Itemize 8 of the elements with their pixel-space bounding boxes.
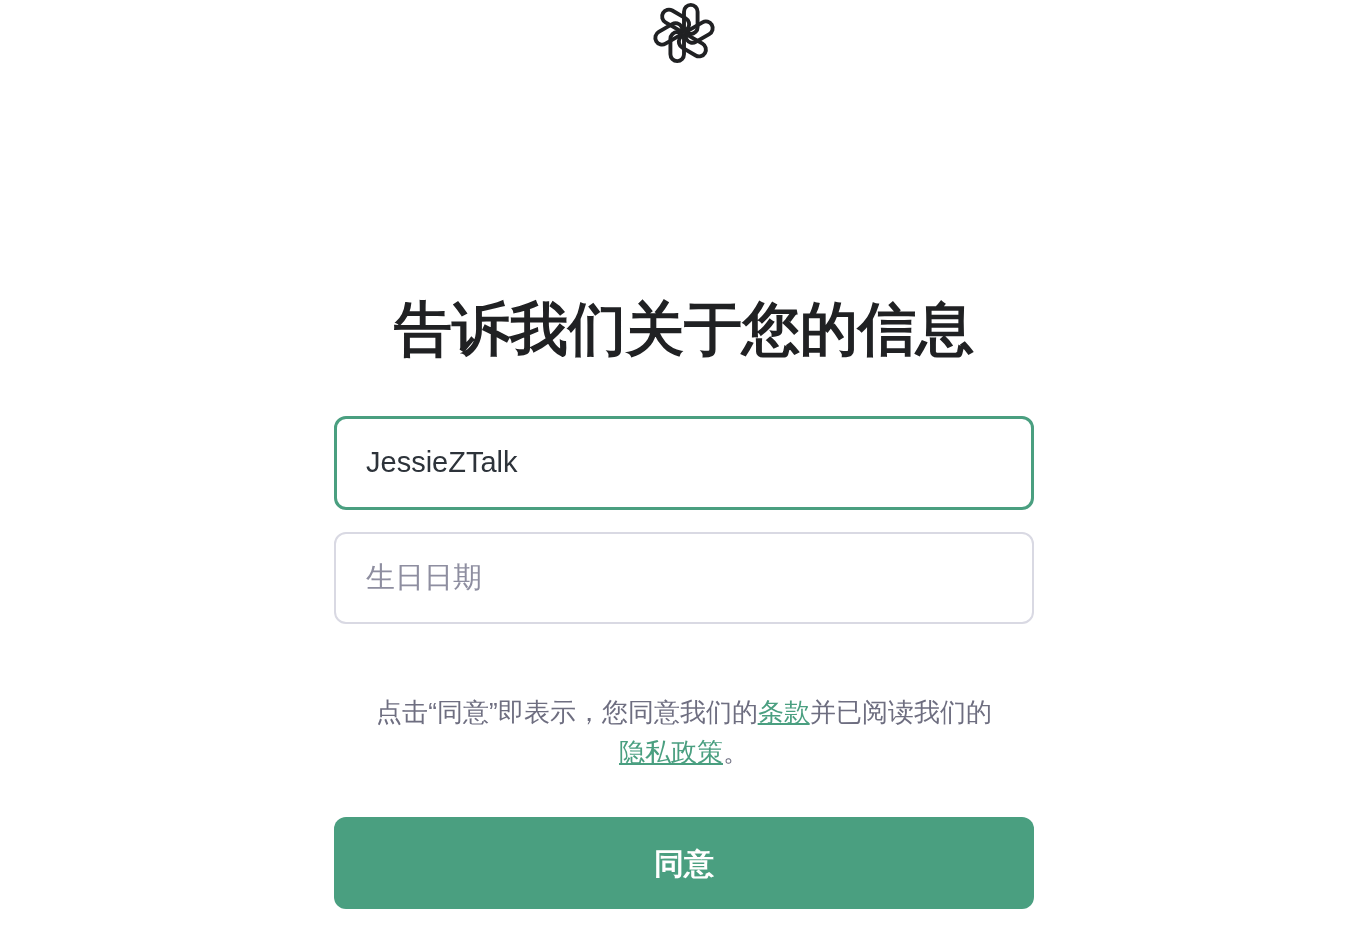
consent-text: 点击“同意”即表示，您同意我们的条款并已阅读我们的 隐私政策。	[375, 695, 993, 769]
page-heading: 告诉我们关于您的信息	[394, 295, 974, 363]
agree-button[interactable]: 同意	[334, 817, 1034, 910]
policy-link[interactable]: 隐私政策	[619, 736, 723, 767]
knot-logo-icon	[651, 0, 717, 66]
birthday-field[interactable]: 生日日期	[334, 531, 1034, 624]
name-field[interactable]: JessieZTalk	[334, 415, 1034, 510]
policy-link[interactable]: 条款	[757, 696, 810, 727]
